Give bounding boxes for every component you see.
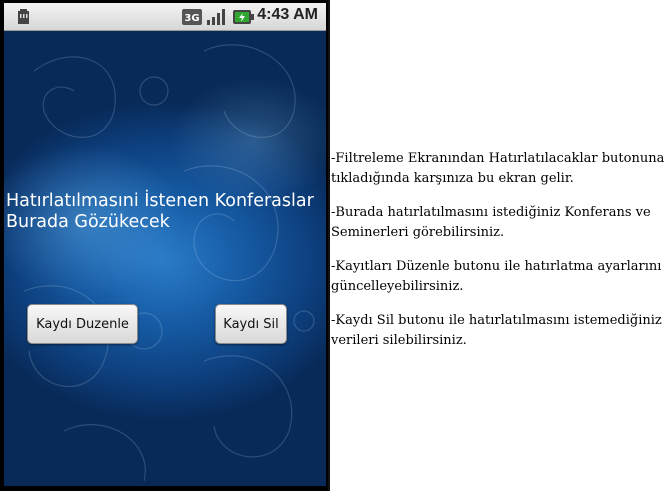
description-document: -Filtreleme Ekranından Hatırlatılacaklar… (331, 0, 668, 491)
svg-text:3G: 3G (184, 13, 199, 24)
network-3g-icon: 3G (182, 8, 202, 26)
phone-screen: 3G 4:43 AM Hatırlatılmasıni İstenen Konf… (0, 0, 330, 491)
status-time: 4:43 AM (257, 6, 318, 23)
paisley-pattern (23, 44, 315, 482)
signal-icon (206, 8, 226, 26)
sd-card-icon (14, 8, 34, 26)
app-content: Hatırlatılmasıni İstenen Konferaslar Bur… (4, 31, 326, 486)
edit-record-button[interactable]: Kaydı Duzenle (27, 304, 138, 344)
description-paragraph: -Kaydı Sil butonu ile hatırlatılmasını i… (331, 313, 662, 348)
battery-charging-icon (232, 8, 254, 26)
delete-record-button[interactable]: Kaydı Sil (215, 304, 287, 344)
description-paragraph: -Filtreleme Ekranından Hatırlatılacaklar… (331, 151, 665, 186)
description-paragraph: -Burada hatırlatılmasını istediğiniz Kon… (331, 205, 651, 240)
reminders-info-text: Hatırlatılmasıni İstenen Konferaslar Bur… (6, 191, 314, 232)
status-bar: 3G 4:43 AM (4, 3, 326, 31)
description-paragraph: -Kayıtları Düzenle butonu ile hatırlatma… (331, 259, 662, 294)
